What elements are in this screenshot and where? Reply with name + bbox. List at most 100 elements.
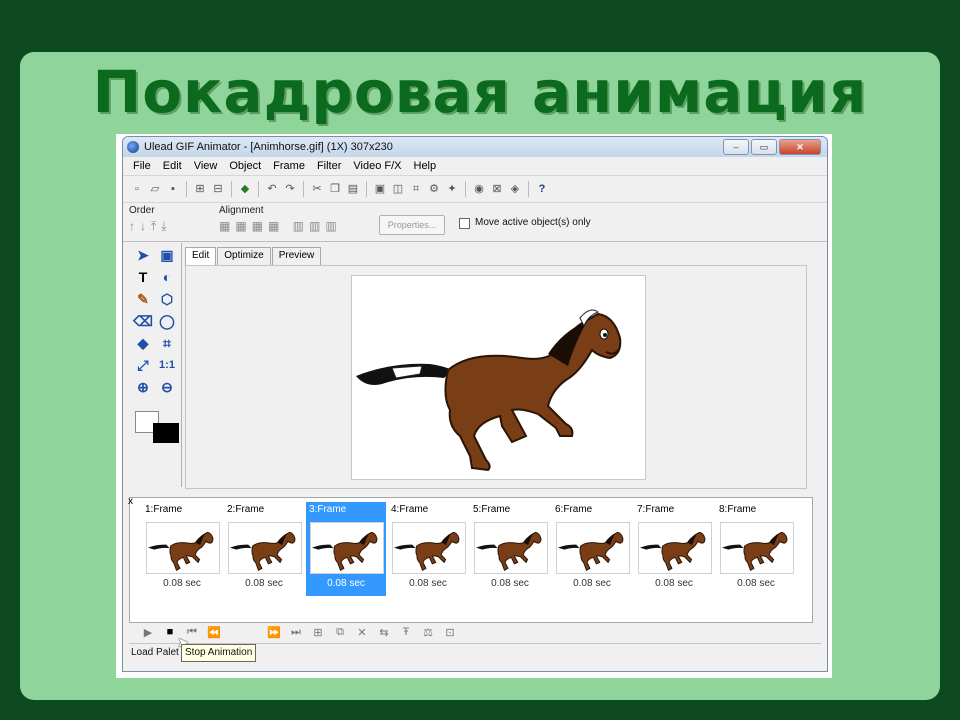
horse-icon <box>356 309 622 472</box>
open-file-icon[interactable]: ▱ <box>147 181 163 197</box>
menu-filter[interactable]: Filter <box>311 160 347 172</box>
actual-size-icon[interactable]: 1:1 <box>157 355 177 375</box>
background-color-swatch[interactable] <box>153 423 179 443</box>
frame-delay: 0.08 sec <box>245 578 283 589</box>
new-file-icon[interactable]: ▫ <box>129 181 145 197</box>
eraser-tool-icon[interactable]: ⌫ <box>133 311 153 331</box>
menu-edit[interactable]: Edit <box>157 160 188 172</box>
frame-panel: x 1:Frame 0.08 sec 2:Frame 0.08 sec 3:Frame 0… <box>128 496 813 623</box>
menu-view[interactable]: View <box>188 160 224 172</box>
add-image-icon[interactable]: ⊞ <box>192 181 208 197</box>
text-tool-icon[interactable]: T <box>133 267 153 287</box>
minimize-button[interactable]: – <box>723 139 749 155</box>
tab-optimize[interactable]: Optimize <box>217 247 271 265</box>
optimize-icon[interactable]: ⚙ <box>426 181 442 197</box>
frame-cell[interactable]: 2:Frame 0.08 sec <box>224 502 304 596</box>
screenshot-frame: Ulead GIF Animator - [Animhorse.gif] (1X… <box>116 134 832 678</box>
toolbar-separator <box>528 181 529 197</box>
view-tabs: Edit Optimize Preview <box>185 247 322 265</box>
frame-cell[interactable]: 7:Frame 0.08 sec <box>634 502 714 596</box>
frame-cell[interactable]: 5:Frame 0.08 sec <box>470 502 550 596</box>
playback-bar: ▶ ■ ⏮ ⏪ ⏩ ⏭ ⊞ ⧉ ✕ ⇆ Ŧ ⚖ ⊡ <box>129 621 821 643</box>
frame-label: 8:Frame <box>719 504 757 515</box>
menu-help[interactable]: Help <box>408 160 443 172</box>
frame-label: 7:Frame <box>637 504 675 515</box>
frame-cell[interactable]: 8:Frame 0.08 sec <box>716 502 796 596</box>
frame-label: 4:Frame <box>391 504 429 515</box>
main-toolbar: ▫ ▱ ▪ ⊞ ⊟ ◆ ↶ ↷ ✂ ❐ ▤ ▣ ◫ ⌗ ⚙ ✦ ◉ ⊠ ◈ ? <box>123 176 827 203</box>
order-icons[interactable]: ↑↓⤒⤓ <box>129 219 172 234</box>
menu-object[interactable]: Object <box>223 160 267 172</box>
toolbar-separator <box>465 181 466 197</box>
lasso-tool-icon[interactable]: ◯ <box>157 311 177 331</box>
delete-frame-icon[interactable]: ✕ <box>353 626 371 639</box>
crop-icon[interactable]: ⌗ <box>408 181 424 197</box>
toolbar-separator <box>303 181 304 197</box>
add-video-icon[interactable]: ⊟ <box>210 181 226 197</box>
frame-delay: 0.08 sec <box>737 578 775 589</box>
frame-cell[interactable]: 6:Frame 0.08 sec <box>552 502 632 596</box>
zoom-in-icon[interactable]: ⊕ <box>133 377 153 397</box>
lasso-select-icon[interactable]: ⬡ <box>157 289 177 309</box>
select-object-icon[interactable]: ▣ <box>157 245 177 265</box>
export-icon[interactable]: ⊠ <box>489 181 505 197</box>
zoom-out-icon[interactable]: ⊖ <box>157 377 177 397</box>
previous-frame-icon[interactable]: ⏪ <box>205 626 223 639</box>
redo-icon[interactable]: ↷ <box>282 181 298 197</box>
text-frame-icon[interactable]: Ŧ <box>397 626 415 638</box>
frame-cell[interactable]: 1:Frame 0.08 sec <box>142 502 222 596</box>
move-active-checkbox[interactable] <box>459 218 470 229</box>
paste-icon[interactable]: ▤ <box>345 181 361 197</box>
frame-thumbnail <box>310 522 384 574</box>
alignment-icons[interactable]: ▦▦▦▦ ▥▥▥ <box>219 219 342 233</box>
frame-label: 1:Frame <box>145 504 183 515</box>
optimize-frame-icon[interactable]: ⊡ <box>441 626 459 639</box>
undo-icon[interactable]: ↶ <box>264 181 280 197</box>
frame-icon[interactable]: ▣ <box>372 181 388 197</box>
frame-cell[interactable]: 3:Frame 0.08 sec <box>306 502 386 596</box>
save-icon[interactable]: ▪ <box>165 181 181 197</box>
settings-icon[interactable]: ◈ <box>507 181 523 197</box>
alignment-label: Alignment <box>219 205 264 216</box>
duplicate-frame-icon[interactable]: ◫ <box>390 181 406 197</box>
properties-button[interactable]: Properties... <box>379 215 445 235</box>
transform-tool-icon[interactable]: ◐ <box>157 267 177 287</box>
menu-file[interactable]: File <box>127 160 157 172</box>
move-active-label: Move active object(s) only <box>475 217 591 228</box>
tween-icon[interactable]: ⇆ <box>375 626 393 639</box>
tooltip: Stop Animation <box>181 644 257 662</box>
play-icon[interactable]: ▶ <box>139 626 157 639</box>
tab-preview[interactable]: Preview <box>271 247 322 265</box>
duplicate-frame-icon[interactable]: ⧉ <box>331 626 349 639</box>
cut-icon[interactable]: ✂ <box>309 181 325 197</box>
add-frame-icon[interactable]: ⊞ <box>309 626 327 639</box>
color-picker-icon[interactable]: ◆ <box>237 181 253 197</box>
last-frame-icon[interactable]: ⏭ <box>287 626 305 639</box>
help-icon[interactable]: ? <box>534 181 550 197</box>
window-title: Ulead GIF Animator - [Animhorse.gif] (1X… <box>144 141 393 153</box>
status-bar: Load Palet ➤ Stop Animation <box>129 634 821 662</box>
tab-edit[interactable]: Edit <box>185 247 217 265</box>
app-icon <box>127 141 139 153</box>
image-canvas[interactable] <box>351 275 646 480</box>
frame-delay: 0.08 sec <box>327 578 365 589</box>
panel-close-icon[interactable]: x <box>128 496 133 507</box>
crop-tool-icon[interactable]: ⌗ <box>157 333 177 353</box>
brush-tool-icon[interactable]: ✎ <box>133 289 153 309</box>
menu-frame[interactable]: Frame <box>267 160 311 172</box>
fill-tool-icon[interactable]: ◆ <box>133 333 153 353</box>
frame-thumbnail <box>392 522 466 574</box>
frame-cell[interactable]: 4:Frame 0.08 sec <box>388 502 468 596</box>
next-frame-icon[interactable]: ⏩ <box>265 626 283 639</box>
maximize-button[interactable]: ▭ <box>751 139 777 155</box>
close-button[interactable]: ✕ <box>779 139 821 155</box>
wizard-icon[interactable]: ✦ <box>444 181 460 197</box>
pointer-tool-icon[interactable]: ➤ <box>133 245 153 265</box>
menu-video-fx[interactable]: Video F/X <box>347 160 407 172</box>
copy-icon[interactable]: ❐ <box>327 181 343 197</box>
browser-preview-icon[interactable]: ◉ <box>471 181 487 197</box>
edit-workspace <box>185 265 807 489</box>
properties-icon[interactable]: ⚖ <box>419 626 437 639</box>
eyedropper-icon[interactable]: ⤢ <box>133 355 153 375</box>
toolbar-separator <box>258 181 259 197</box>
